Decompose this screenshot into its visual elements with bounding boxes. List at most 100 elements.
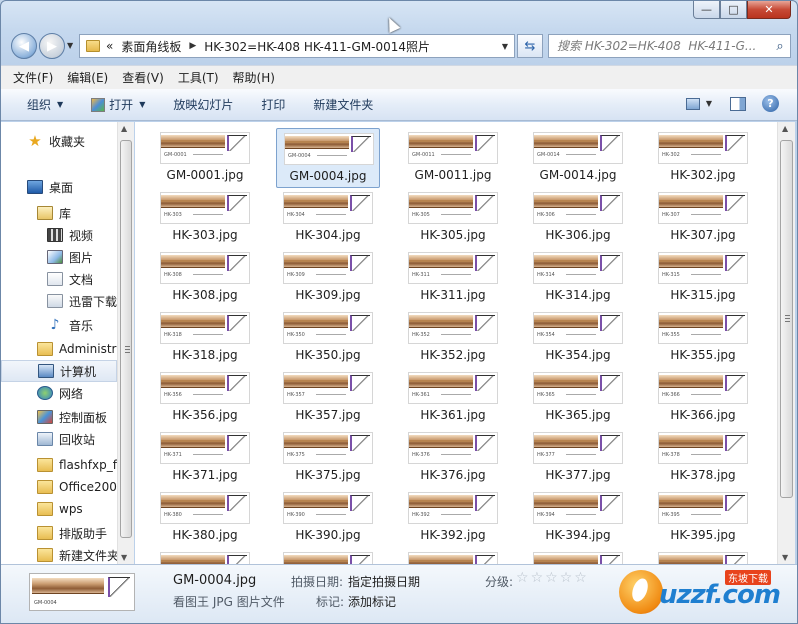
file-item[interactable]: HK-377 HK-377.jpg <box>526 428 630 488</box>
sidebar-item[interactable]: 文档 <box>1 268 93 290</box>
file-item[interactable]: HK-302 HK-302.jpg <box>651 128 755 188</box>
file-item[interactable]: HK-392 HK-392.jpg <box>401 488 505 548</box>
file-item[interactable] <box>526 548 630 564</box>
file-item[interactable]: HK-315 HK-315.jpg <box>651 248 755 308</box>
file-item[interactable]: HK-350 HK-350.jpg <box>276 308 380 368</box>
view-options-chevron-icon[interactable]: ▼ <box>706 99 712 108</box>
file-item[interactable]: HK-354 HK-354.jpg <box>526 308 630 368</box>
sidebar-item[interactable]: 桌面 <box>1 176 73 198</box>
file-item[interactable] <box>651 548 755 564</box>
breadcrumb-chevron-icon[interactable]: ▶ <box>189 41 196 51</box>
sidebar-item[interactable]: 回收站 <box>1 428 95 450</box>
search-input[interactable] <box>549 36 770 56</box>
sidebar-item[interactable]: 库 <box>1 202 71 224</box>
menu-tools[interactable]: 工具(T) <box>178 69 219 86</box>
sidebar-item[interactable]: 计算机 <box>1 360 117 382</box>
print-button[interactable]: 打印 <box>261 96 285 113</box>
file-item[interactable]: HK-309 HK-309.jpg <box>276 248 380 308</box>
tags-value[interactable]: 添加标记 <box>348 593 396 610</box>
navigation-pane-scrollbar[interactable]: ▲ ▼ <box>117 122 134 564</box>
rating-stars[interactable]: ☆ ☆ ☆ ☆ ☆ <box>516 570 589 586</box>
recent-pages-chevron-icon[interactable]: ▼ <box>67 41 73 50</box>
sidebar-item[interactable]: ♪ 音乐 <box>1 314 93 336</box>
change-view-icon[interactable] <box>685 97 700 110</box>
scrollbar-thumb[interactable] <box>780 140 793 498</box>
menu-help[interactable]: 帮助(H) <box>233 69 275 86</box>
file-item[interactable]: HK-318 HK-318.jpg <box>153 308 257 368</box>
scroll-up-arrow-icon[interactable]: ▲ <box>121 124 127 133</box>
back-button[interactable]: ◀ <box>11 33 37 59</box>
file-item[interactable]: HK-366 HK-366.jpg <box>651 368 755 428</box>
menu-file[interactable]: 文件(F) <box>13 69 53 86</box>
rating-star-icon[interactable]: ☆ <box>531 570 544 586</box>
rating-star-icon[interactable]: ☆ <box>545 570 558 586</box>
file-item[interactable]: HK-378 HK-378.jpg <box>651 428 755 488</box>
file-list-scrollbar[interactable]: ▲ ▼ <box>777 122 795 564</box>
file-item[interactable] <box>401 548 505 564</box>
scrollbar-thumb[interactable] <box>120 140 132 538</box>
slideshow-button[interactable]: 放映幻灯片 <box>173 96 233 113</box>
sidebar-item[interactable]: 迅雷下载 <box>1 290 117 312</box>
file-item[interactable]: HK-308 HK-308.jpg <box>153 248 257 308</box>
rating-star-icon[interactable]: ☆ <box>516 570 529 586</box>
file-item[interactable] <box>153 548 257 564</box>
file-item[interactable]: HK-306 HK-306.jpg <box>526 188 630 248</box>
file-item[interactable]: HK-361 HK-361.jpg <box>401 368 505 428</box>
file-item[interactable]: GM-0014 GM-0014.jpg <box>526 128 630 188</box>
file-item[interactable]: HK-356 HK-356.jpg <box>153 368 257 428</box>
scroll-down-arrow-icon[interactable]: ▼ <box>782 553 788 562</box>
file-item[interactable]: GM-0011 GM-0011.jpg <box>401 128 505 188</box>
file-item[interactable] <box>276 548 380 564</box>
file-item[interactable]: HK-304 HK-304.jpg <box>276 188 380 248</box>
file-item[interactable]: GM-0004 GM-0004.jpg <box>276 128 380 188</box>
sidebar-item[interactable]: ★ 收藏夹 <box>1 130 85 152</box>
file-item[interactable]: HK-307 HK-307.jpg <box>651 188 755 248</box>
sidebar-item[interactable]: 新建文件夹 <box>1 544 117 564</box>
file-item[interactable]: HK-314 HK-314.jpg <box>526 248 630 308</box>
file-item[interactable]: HK-305 HK-305.jpg <box>401 188 505 248</box>
file-item[interactable]: HK-371 HK-371.jpg <box>153 428 257 488</box>
rating-star-icon[interactable]: ☆ <box>560 570 573 586</box>
file-item[interactable]: HK-390 HK-390.jpg <box>276 488 380 548</box>
sidebar-item[interactable]: 网络 <box>1 382 83 404</box>
menu-edit[interactable]: 编辑(E) <box>67 69 108 86</box>
address-overflow[interactable]: « <box>106 39 113 53</box>
file-item[interactable]: GM-0001 GM-0001.jpg <box>153 128 257 188</box>
file-item[interactable]: HK-311 HK-311.jpg <box>401 248 505 308</box>
file-item[interactable]: HK-395 HK-395.jpg <box>651 488 755 548</box>
file-item[interactable]: HK-375 HK-375.jpg <box>276 428 380 488</box>
scroll-up-arrow-icon[interactable]: ▲ <box>782 124 788 133</box>
search-icon[interactable]: ⌕ <box>770 39 790 54</box>
breadcrumb-segment-1[interactable]: 素面角线板 <box>121 38 181 55</box>
rating-star-icon[interactable]: ☆ <box>574 570 587 586</box>
file-item[interactable]: HK-355 HK-355.jpg <box>651 308 755 368</box>
new-folder-button[interactable]: 新建文件夹 <box>313 96 373 113</box>
file-item[interactable]: HK-303 HK-303.jpg <box>153 188 257 248</box>
maximize-button[interactable]: □ <box>720 1 747 19</box>
sidebar-item[interactable]: 视频 <box>1 224 93 246</box>
file-item[interactable]: HK-380 HK-380.jpg <box>153 488 257 548</box>
sidebar-item[interactable]: flashfxp_f <box>1 454 117 476</box>
search-box[interactable]: ⌕ <box>548 34 791 58</box>
file-item[interactable]: HK-352 HK-352.jpg <box>401 308 505 368</box>
file-item[interactable]: HK-394 HK-394.jpg <box>526 488 630 548</box>
address-history-chevron-icon[interactable]: ▼ <box>502 42 508 51</box>
date-taken-value[interactable]: 指定拍摄日期 <box>348 573 420 590</box>
file-item[interactable]: HK-357 HK-357.jpg <box>276 368 380 428</box>
file-item[interactable]: HK-376 HK-376.jpg <box>401 428 505 488</box>
file-item[interactable]: HK-365 HK-365.jpg <box>526 368 630 428</box>
sidebar-item[interactable]: 图片 <box>1 246 93 268</box>
scroll-down-arrow-icon[interactable]: ▼ <box>121 553 127 562</box>
menu-view[interactable]: 查看(V) <box>122 69 164 86</box>
help-icon[interactable]: ? <box>762 95 779 112</box>
refresh-button[interactable]: ⇆ <box>517 34 543 58</box>
close-button[interactable]: ✕ <box>747 1 791 19</box>
breadcrumb-segment-2[interactable]: HK-302=HK-408 HK-411-GM-0014照片 <box>204 38 430 55</box>
sidebar-item[interactable]: Office2003 <box>1 476 117 498</box>
sidebar-item[interactable]: 控制面板 <box>1 406 107 428</box>
sidebar-item[interactable]: wps <box>1 498 83 520</box>
preview-pane-icon[interactable] <box>730 96 746 111</box>
sidebar-item[interactable]: 排版助手 <box>1 522 107 544</box>
address-bar[interactable]: « 素面角线板 ▶ HK-302=HK-408 HK-411-GM-0014照片… <box>79 34 515 58</box>
forward-button[interactable]: ▶ <box>39 33 65 59</box>
